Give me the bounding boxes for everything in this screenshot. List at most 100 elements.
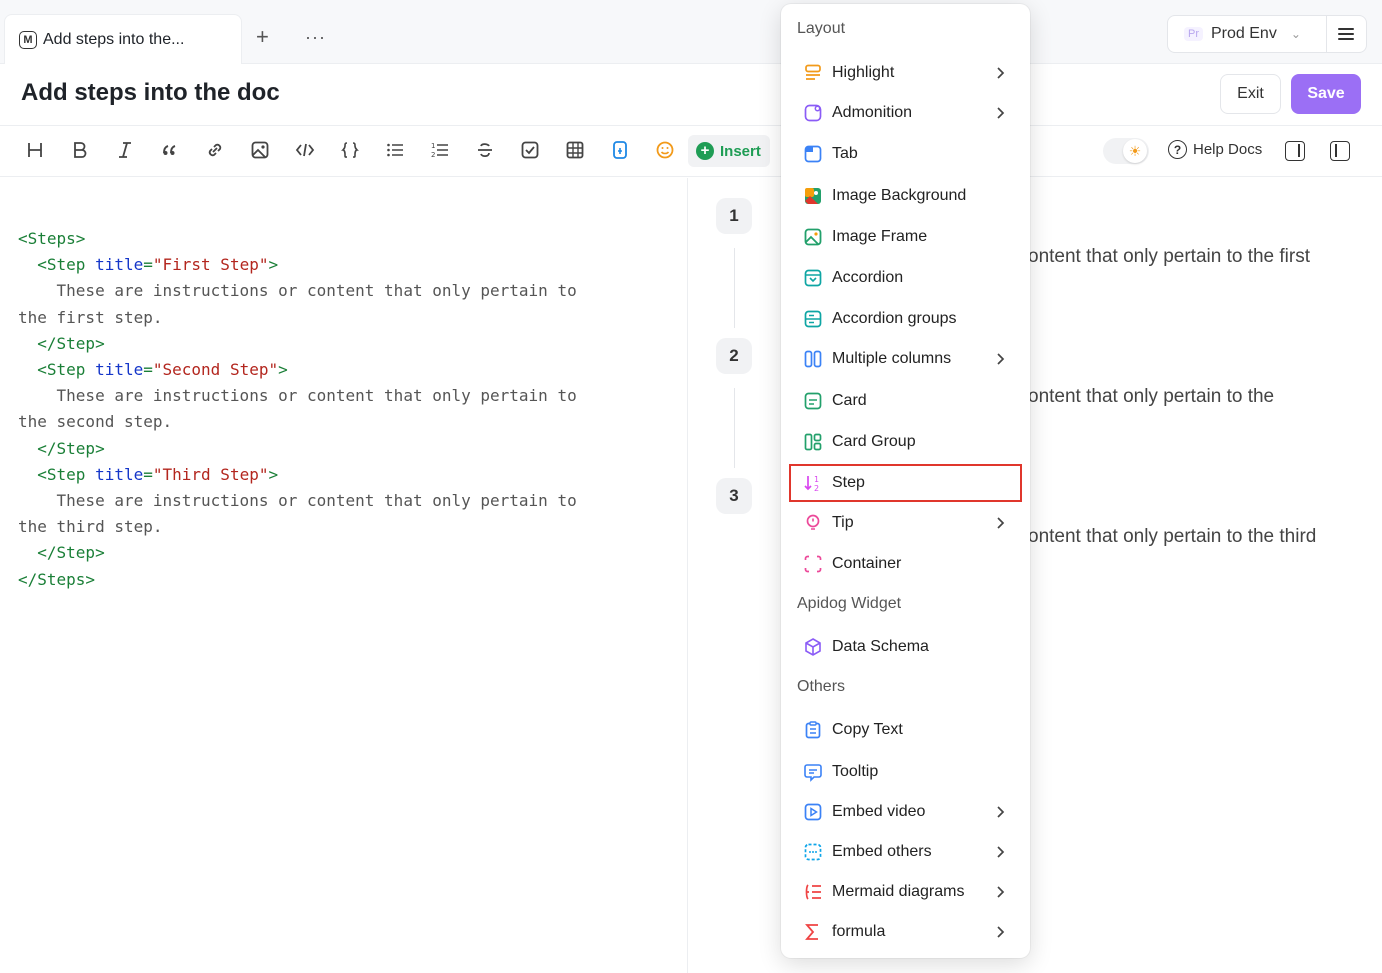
help-docs-label: Help Docs [1193, 141, 1263, 158]
help-icon: ? [1168, 140, 1187, 159]
api-link-icon[interactable] [606, 136, 634, 164]
menu-item-card[interactable]: Card [791, 383, 1021, 419]
italic-icon[interactable] [111, 136, 139, 164]
checkbox-icon[interactable] [516, 136, 544, 164]
strikethrough-icon[interactable] [471, 136, 499, 164]
menu-item-label: Mermaid diagrams [832, 883, 965, 900]
menu-item-image-frame[interactable]: Image Frame [791, 219, 1021, 255]
card-group-icon [804, 433, 822, 451]
menu-item-label: Copy Text [832, 721, 903, 738]
multiple-columns-icon [804, 350, 822, 368]
step-connector [734, 388, 735, 468]
menu-item-image-background[interactable]: Image Background [791, 178, 1021, 214]
bold-icon[interactable] [66, 136, 94, 164]
code-line: </Step> [18, 438, 105, 458]
code-line: </Step> [18, 543, 105, 563]
step-text: ontent that only pertain to the [1028, 386, 1275, 407]
new-tab-button[interactable]: + [256, 26, 269, 48]
menu-item-label: Image Frame [832, 228, 928, 245]
code-line: <Step title="First Step"> [18, 255, 279, 275]
menu-item-label: Container [832, 555, 902, 572]
step-text: ontent that only pertain to the third [1028, 526, 1317, 547]
menu-item-tip[interactable]: Tip [791, 505, 1021, 541]
right-panel-icon[interactable] [1285, 141, 1305, 161]
menu-item-label: Accordion [832, 269, 904, 286]
menu-item-embed-video[interactable]: Embed video [791, 794, 1021, 830]
menu-item-label: Step [832, 474, 865, 491]
code-content[interactable]: <Steps> <Step title="First Step"> These … [18, 226, 577, 593]
menu-item-copy-text[interactable]: Copy Text [791, 712, 1021, 748]
menu-item-multiple-columns[interactable]: Multiple columns [791, 341, 1021, 377]
menu-item-label: Multiple columns [832, 350, 952, 367]
accordion-icon [804, 269, 822, 287]
step-icon: 12 [804, 475, 819, 493]
menu-item-step[interactable]: 12 Step [789, 464, 1022, 502]
step-number: 3 [716, 478, 752, 514]
svg-text:1: 1 [814, 475, 819, 484]
table-icon[interactable] [561, 136, 589, 164]
link-icon[interactable] [201, 136, 229, 164]
menu-item-embed-others[interactable]: Embed others [791, 834, 1021, 870]
menu-item-label: Image Background [832, 187, 967, 204]
editor-toolbar: 12 + Insert ☀ ? Help Docs [0, 125, 1382, 177]
menu-item-formula[interactable]: formula [791, 914, 1021, 950]
left-panel-icon[interactable] [1330, 141, 1350, 161]
menu-item-data-schema[interactable]: Data Schema [791, 629, 1021, 665]
save-button[interactable]: Save [1291, 74, 1361, 114]
menu-item-card-group[interactable]: Card Group [791, 424, 1021, 460]
image-icon[interactable] [246, 136, 274, 164]
menu-item-accordion[interactable]: Accordion [791, 260, 1021, 296]
menu-item-highlight[interactable]: Highlight [791, 55, 1021, 91]
hamburger-menu-icon[interactable] [1338, 25, 1354, 41]
menu-item-tab[interactable]: Tab [791, 136, 1021, 172]
menu-item-accordion-groups[interactable]: Accordion groups [791, 301, 1021, 337]
insert-button[interactable]: + Insert [688, 135, 770, 167]
emoji-icon[interactable] [651, 136, 679, 164]
chevron-right-icon [997, 107, 1005, 119]
embed-video-icon [804, 803, 822, 821]
code-line: the third step. [18, 517, 163, 537]
container-icon [804, 555, 822, 573]
chevron-right-icon [997, 926, 1005, 938]
chevron-right-icon [997, 886, 1005, 898]
insert-menu: Layout Highlight Admonition Tab Image Ba… [781, 4, 1030, 958]
menu-item-label: formula [832, 923, 886, 940]
svg-text:2: 2 [431, 151, 435, 159]
menu-item-label: Data Schema [832, 638, 929, 655]
menu-item-label: Card Group [832, 433, 916, 450]
menu-item-admonition[interactable]: Admonition [791, 95, 1021, 131]
step-text: ontent that only pertain to the first [1028, 246, 1311, 267]
theme-toggle[interactable]: ☀ [1103, 138, 1149, 164]
code-line: the first step. [18, 307, 163, 327]
exit-button[interactable]: Exit [1220, 74, 1281, 114]
environment-selector[interactable]: Pr Prod Env ⌄ [1167, 15, 1367, 53]
markdown-editor[interactable]: <Steps> <Step title="First Step"> These … [0, 178, 688, 973]
code-line: These are instructions or content that o… [18, 491, 577, 511]
code-block-icon[interactable] [336, 136, 364, 164]
plus-circle-icon: + [696, 142, 714, 160]
step-connector [734, 248, 735, 328]
quote-icon[interactable] [156, 136, 184, 164]
menu-item-mermaid-diagrams[interactable]: Mermaid diagrams [791, 874, 1021, 910]
menu-item-container[interactable]: Container [791, 546, 1021, 582]
admonition-icon [804, 104, 822, 122]
heading-icon[interactable] [21, 136, 49, 164]
card-icon [804, 392, 822, 410]
doc-tab[interactable]: M Add steps into the... [4, 14, 242, 64]
chevron-right-icon [997, 846, 1005, 858]
bullet-list-icon[interactable] [381, 136, 409, 164]
menu-item-label: Embed video [832, 803, 926, 820]
code-line: <Step title="Third Step"> [18, 464, 279, 484]
menu-item-tooltip[interactable]: Tooltip [791, 754, 1021, 790]
code-line: the second step. [18, 412, 173, 432]
code-line: </Steps> [18, 569, 96, 589]
code-line: These are instructions or content that o… [18, 281, 577, 301]
more-icon[interactable]: ··· [305, 26, 326, 48]
help-docs-link[interactable]: ? Help Docs [1168, 140, 1262, 159]
code-line: </Step> [18, 333, 105, 353]
doc-tab-label: Add steps into the... [43, 30, 185, 48]
tooltip-icon [804, 764, 822, 782]
svg-text:1: 1 [431, 142, 435, 150]
inline-code-icon[interactable] [291, 136, 319, 164]
numbered-list-icon[interactable]: 12 [426, 136, 454, 164]
